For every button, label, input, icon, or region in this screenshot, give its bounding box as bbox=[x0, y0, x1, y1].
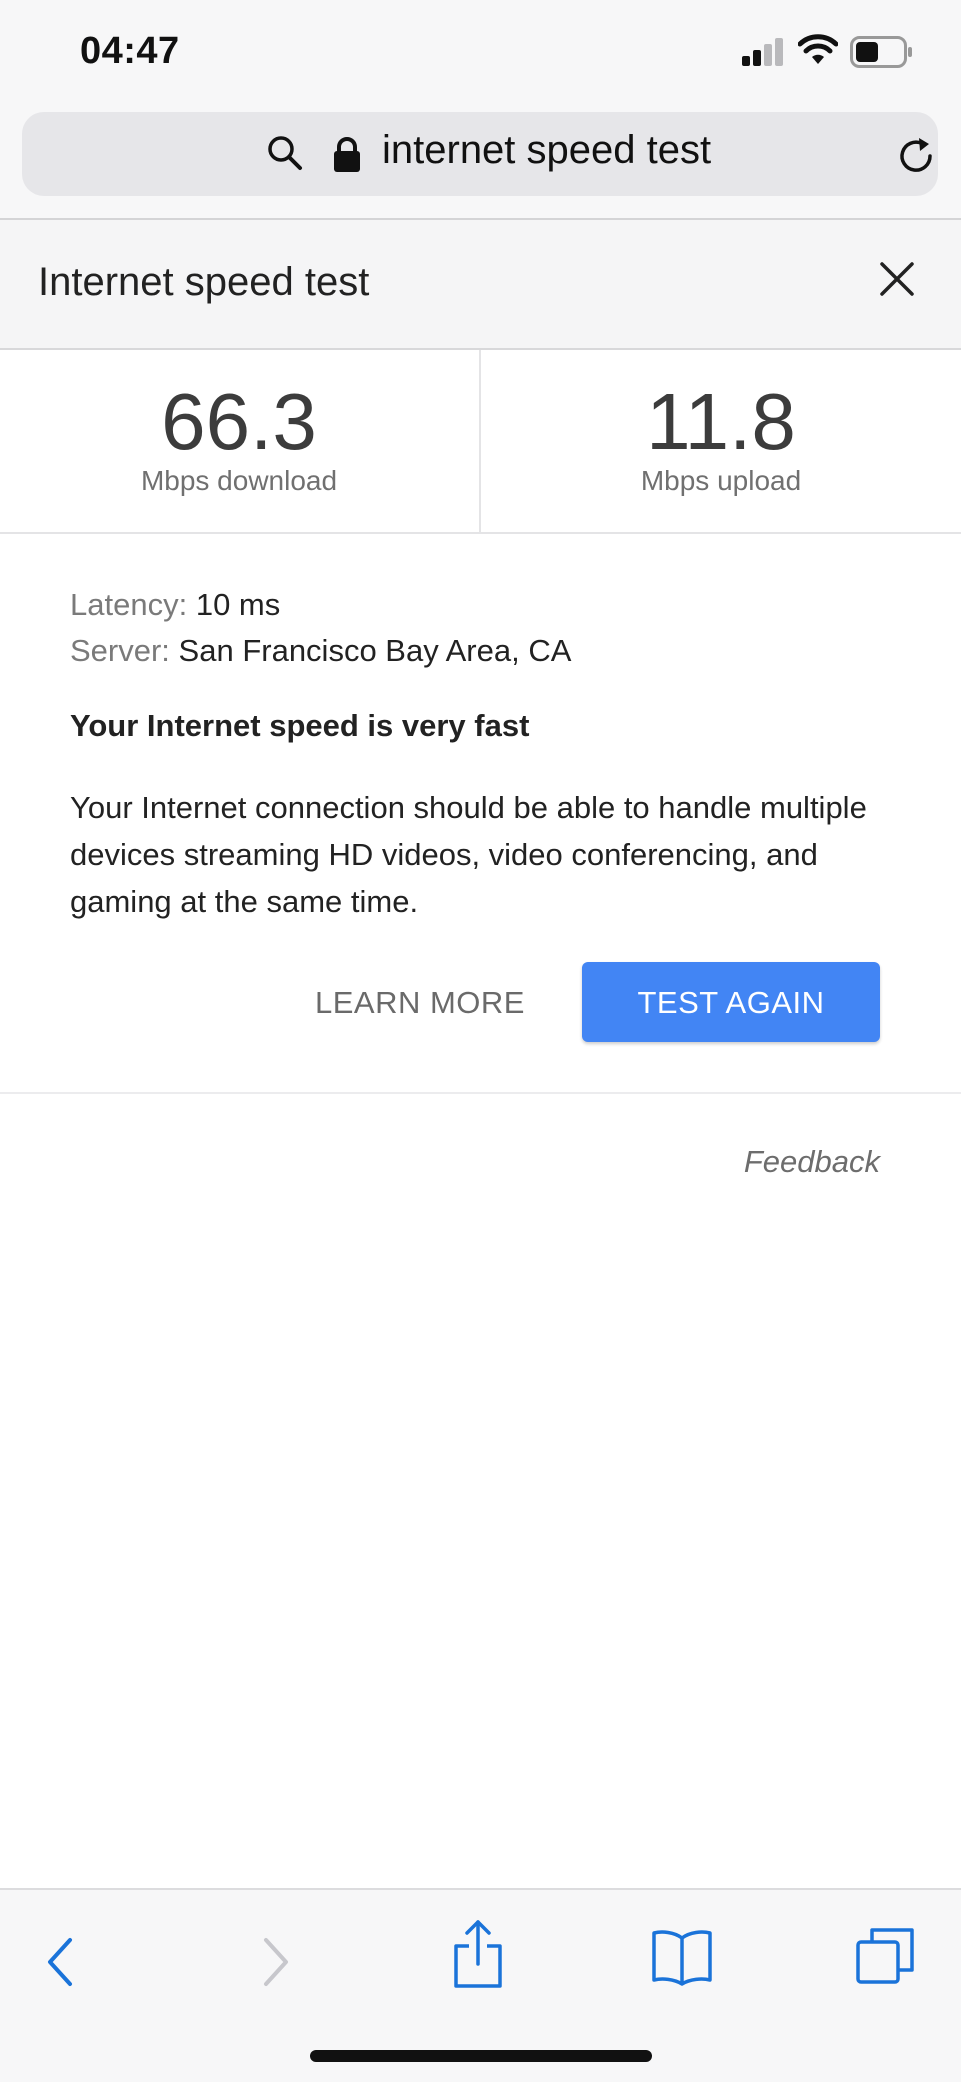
card-title: Internet speed test bbox=[38, 260, 370, 304]
status-time: 04:47 bbox=[80, 30, 180, 72]
server-value: San Francisco Bay Area, CA bbox=[178, 633, 572, 668]
tabs-icon[interactable] bbox=[854, 1924, 918, 1988]
latency-label: Latency: bbox=[70, 587, 188, 622]
bookmarks-icon[interactable] bbox=[650, 1926, 714, 1986]
lock-icon bbox=[334, 137, 360, 172]
share-icon[interactable] bbox=[450, 1918, 506, 1990]
wifi-icon bbox=[798, 34, 838, 64]
address-text: internet speed test bbox=[382, 128, 712, 172]
download-unit: Mbps download bbox=[140, 465, 338, 496]
search-icon bbox=[268, 136, 302, 170]
address-bar-area: internet speed test bbox=[0, 108, 961, 220]
download-value: 66.3 bbox=[161, 377, 317, 466]
feedback-link[interactable]: Feedback bbox=[700, 1144, 880, 1180]
download-metric: 66.3 Mbps download bbox=[0, 380, 478, 498]
test-details: Latency: 10 ms Server: San Francisco Bay… bbox=[70, 582, 910, 674]
latency-value: 10 ms bbox=[195, 587, 281, 622]
upload-unit: Mbps upload bbox=[640, 465, 802, 496]
speed-metrics: 66.3 Mbps download 11.8 Mbps upload bbox=[0, 350, 961, 534]
section-divider bbox=[0, 1092, 961, 1094]
forward-icon[interactable] bbox=[254, 1934, 294, 1990]
latency-row: Latency: 10 ms bbox=[70, 582, 910, 628]
reload-icon[interactable] bbox=[898, 136, 938, 178]
back-icon[interactable] bbox=[42, 1934, 82, 1990]
metric-divider bbox=[479, 350, 481, 532]
battery-icon bbox=[850, 36, 912, 68]
test-again-button[interactable]: TEST AGAIN bbox=[582, 962, 880, 1042]
server-row: Server: San Francisco Bay Area, CA bbox=[70, 628, 910, 674]
address-bar[interactable]: internet speed test bbox=[22, 112, 938, 196]
home-indicator[interactable] bbox=[310, 2050, 652, 2062]
result-card-header: Internet speed test bbox=[0, 220, 961, 350]
cellular-signal-icon bbox=[742, 38, 784, 66]
upload-value: 11.8 bbox=[646, 377, 796, 466]
learn-more-button[interactable]: LEARN MORE bbox=[300, 962, 540, 1042]
server-label: Server: bbox=[70, 633, 170, 668]
status-bar: 04:47 bbox=[0, 0, 961, 108]
speed-description: Your Internet connection should be able … bbox=[70, 790, 867, 919]
close-icon[interactable] bbox=[876, 258, 918, 300]
upload-metric: 11.8 Mbps upload bbox=[482, 380, 960, 498]
speed-verdict: Your Internet speed is very fast bbox=[70, 708, 530, 743]
